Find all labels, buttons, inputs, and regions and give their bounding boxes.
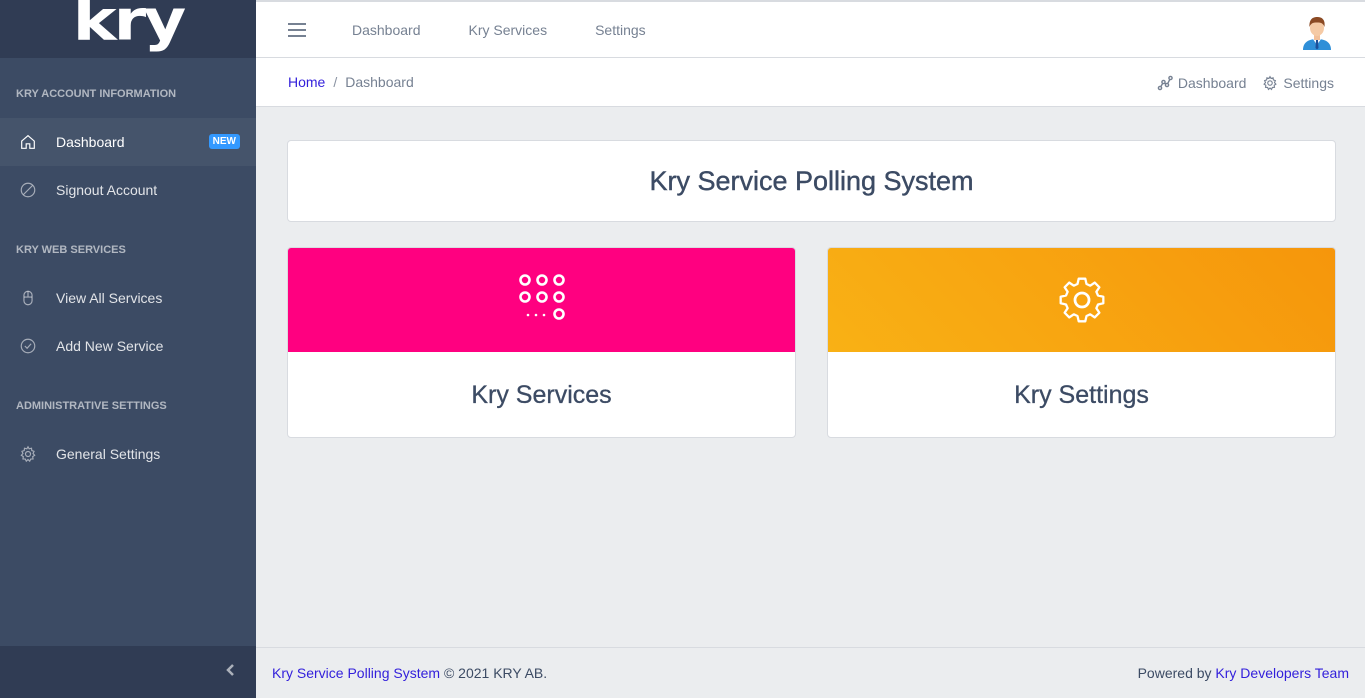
kry-services-tile[interactable]: Kry Services [287,247,796,438]
graph-icon [1157,75,1178,91]
footer-copyright: © 2021 KRY AB. [443,665,548,681]
sidebar-item-label: Dashboard [56,134,125,150]
sidebar-item-general-settings[interactable]: General Settings [0,430,256,478]
sidebar: kry KRY ACCOUNT INFORMATION Dashboard NE… [0,0,256,698]
gear-icon [18,444,38,464]
ban-icon [18,180,38,200]
gear-icon [1055,273,1109,327]
chevron-left-icon [224,663,238,682]
sidebar-item-label: Signout Account [56,182,158,198]
header-nav-dashboard[interactable]: Dashboard [352,22,421,38]
sidebar-item-add-new-service[interactable]: Add New Service [0,322,256,370]
dialpad-icon [515,273,569,327]
mouse-icon [18,288,38,308]
brand-logo: kry [72,0,186,54]
footer-team-link[interactable]: Kry Developers Team [1215,665,1349,681]
subheader-links: Dashboard Settings [1141,58,1334,107]
header-nav-kry-services[interactable]: Kry Services [469,22,548,38]
kry-settings-tile-label: Kry Settings [1014,380,1149,409]
gear-icon [1262,74,1283,91]
nav-section-title-account: KRY ACCOUNT INFORMATION [16,88,177,100]
footer-powered-by: Powered by [1137,665,1216,681]
top-header: Dashboard Kry Services Settings [256,0,1365,58]
footer-left: Kry Service Polling System © 2021 KRY AB… [272,665,547,681]
brand-logo-area[interactable]: kry [0,0,256,58]
page-title-card: Kry Service Polling System [287,140,1336,222]
sidebar-item-label: Add New Service [56,338,164,354]
sidebar-item-dashboard[interactable]: Dashboard NEW [0,118,256,166]
kry-settings-tile[interactable]: Kry Settings [827,247,1336,438]
sidebar-item-view-all-services[interactable]: View All Services [0,274,256,322]
header-nav-settings[interactable]: Settings [595,22,646,38]
breadcrumb-current: Dashboard [345,74,414,90]
sidebar-item-label: General Settings [56,446,161,462]
breadcrumb: Home / Dashboard [288,74,414,90]
subheader: Home / Dashboard Dashboard Settings [256,58,1365,107]
nav-section-title-web-services: KRY WEB SERVICES [16,244,126,256]
footer-app-link[interactable]: Kry Service Polling System [272,665,440,681]
subheader-dashboard-label: Dashboard [1177,74,1247,91]
kry-settings-tile-header [828,248,1335,352]
user-avatar-icon[interactable] [1299,14,1335,50]
breadcrumb-separator: / [333,74,338,90]
kry-services-tile-label: Kry Services [471,380,612,409]
footer: Kry Service Polling System © 2021 KRY AB… [256,647,1365,698]
footer-right: Powered by Kry Developers Team [1138,665,1349,681]
breadcrumb-home[interactable]: Home [288,74,325,90]
subheader-settings-link[interactable]: Settings [1262,75,1334,91]
sidebar-item-label: View All Services [56,290,163,306]
subheader-dashboard-link[interactable]: Dashboard [1157,74,1247,91]
nav-section-title-admin-settings: ADMINISTRATIVE SETTINGS [16,400,167,412]
new-badge: NEW [208,134,240,149]
hamburger-icon[interactable] [288,19,306,41]
subheader-settings-label: Settings [1283,74,1334,91]
sidebar-minimize-button[interactable] [0,646,256,698]
sidebar-item-signout[interactable]: Signout Account [0,166,256,214]
check-circle-icon [18,336,38,356]
home-icon [18,132,38,152]
page-title: Kry Service Polling System [649,165,974,196]
kry-services-tile-header [288,248,795,352]
